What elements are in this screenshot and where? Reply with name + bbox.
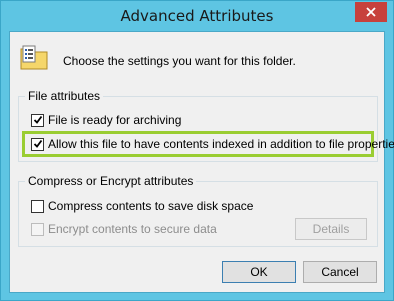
index-checkbox[interactable] [31, 137, 44, 151]
ok-button[interactable]: OK [222, 261, 296, 283]
index-label: Allow this file to have contents indexed… [48, 137, 394, 151]
encrypt-checkbox-row: Encrypt contents to secure data [31, 222, 217, 236]
title-bar[interactable]: Advanced Attributes [1, 1, 393, 31]
dialog-body: Choose the settings you want for this fo… [9, 31, 394, 293]
archive-label: File is ready for archiving [48, 113, 182, 127]
archive-checkbox-row[interactable]: File is ready for archiving [31, 113, 181, 127]
encrypt-checkbox [31, 222, 44, 236]
file-attributes-legend: File attributes [25, 89, 104, 103]
advanced-attributes-dialog: Advanced Attributes Choose the settings … [0, 0, 394, 301]
close-icon [366, 7, 376, 17]
compress-label: Compress contents to save disk space [48, 199, 254, 213]
compress-checkbox[interactable] [31, 199, 44, 213]
compress-checkbox-row[interactable]: Compress contents to save disk space [31, 199, 253, 213]
checkmark-icon [33, 115, 42, 124]
folder-settings-icon [20, 45, 48, 70]
archive-checkbox[interactable] [31, 113, 44, 127]
encrypt-label: Encrypt contents to secure data [48, 222, 217, 236]
dialog-title: Advanced Attributes [120, 7, 274, 25]
compress-encrypt-legend: Compress or Encrypt attributes [25, 174, 197, 188]
intro-text: Choose the settings you want for this fo… [63, 54, 296, 68]
cancel-button[interactable]: Cancel [303, 261, 377, 283]
checkmark-icon [33, 139, 42, 148]
details-button: Details [295, 218, 367, 240]
index-checkbox-row[interactable]: Allow this file to have contents indexed… [31, 137, 394, 151]
close-button[interactable] [355, 2, 387, 22]
